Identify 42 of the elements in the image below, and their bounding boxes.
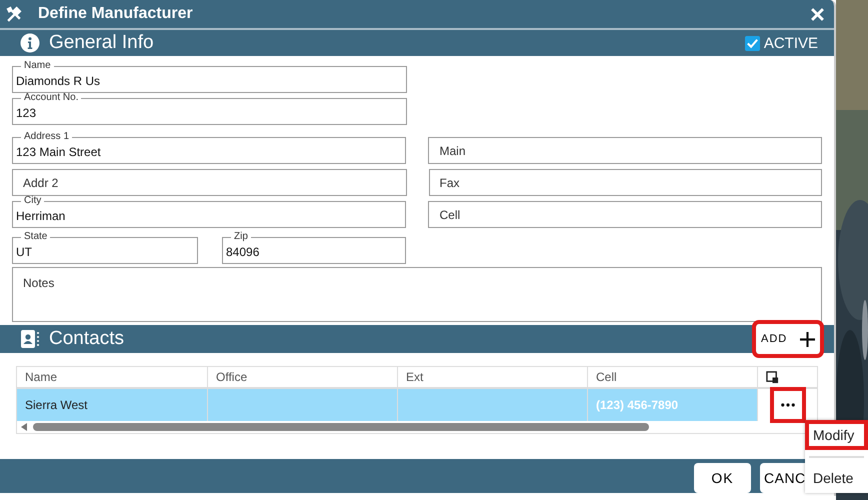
field-value[interactable]: Diamonds R Us	[13, 72, 406, 92]
checkbox[interactable]	[744, 36, 760, 50]
cell-field[interactable]: Cell	[428, 201, 822, 228]
info-icon	[20, 33, 40, 53]
checkbox-label: ACTIVE	[764, 34, 818, 52]
fax-field[interactable]: Fax	[428, 169, 822, 196]
field-label: Zip	[233, 231, 249, 243]
field-label: Address 1	[23, 131, 70, 143]
state-field[interactable]: State UT	[12, 231, 198, 264]
name-field[interactable]: Name Diamonds R Us	[12, 60, 407, 93]
tools-icon	[6, 6, 23, 22]
account-field[interactable]: Account No. 123	[12, 92, 407, 125]
field-label: Name	[23, 60, 52, 72]
window-title: Define Manufacturer	[38, 5, 193, 23]
field-value[interactable]: Herriman	[13, 207, 406, 227]
field-label: City	[23, 195, 42, 207]
field-value[interactable]: 123	[13, 104, 406, 124]
dialog-button[interactable]: OK	[694, 463, 751, 493]
section-title: Contacts	[49, 328, 124, 350]
address-field[interactable]: Address 1 123 Main Street	[12, 131, 406, 164]
plus-icon	[800, 332, 815, 346]
city-field[interactable]: City Herriman	[12, 195, 406, 228]
column-chooser-icon[interactable]	[766, 370, 779, 384]
field-value[interactable]: 84096	[223, 243, 405, 263]
more-icon	[780, 403, 794, 407]
close-icon[interactable]	[811, 8, 824, 20]
section-title: General Info	[49, 32, 154, 54]
table-cell: Sierra West	[17, 389, 208, 421]
zip-field[interactable]: Zip 84096	[222, 231, 406, 264]
scroll-left-icon[interactable]	[21, 423, 27, 431]
field-value[interactable]: 123 Main Street	[13, 143, 406, 163]
field-label: State	[23, 231, 48, 243]
address-field[interactable]: Addr 2	[12, 169, 406, 196]
field-value[interactable]: UT	[13, 243, 197, 263]
table-cell: (123) 456-7890	[588, 389, 758, 421]
phone-field[interactable]: Main	[428, 137, 822, 164]
menu-item[interactable]: Modify	[805, 420, 868, 450]
more-button[interactable]	[774, 391, 802, 419]
field-label: Account No.	[23, 92, 80, 104]
contact-book-icon	[20, 329, 40, 349]
add-button[interactable]: ADD	[756, 324, 820, 354]
notes-field[interactable]: Notes	[12, 267, 822, 322]
